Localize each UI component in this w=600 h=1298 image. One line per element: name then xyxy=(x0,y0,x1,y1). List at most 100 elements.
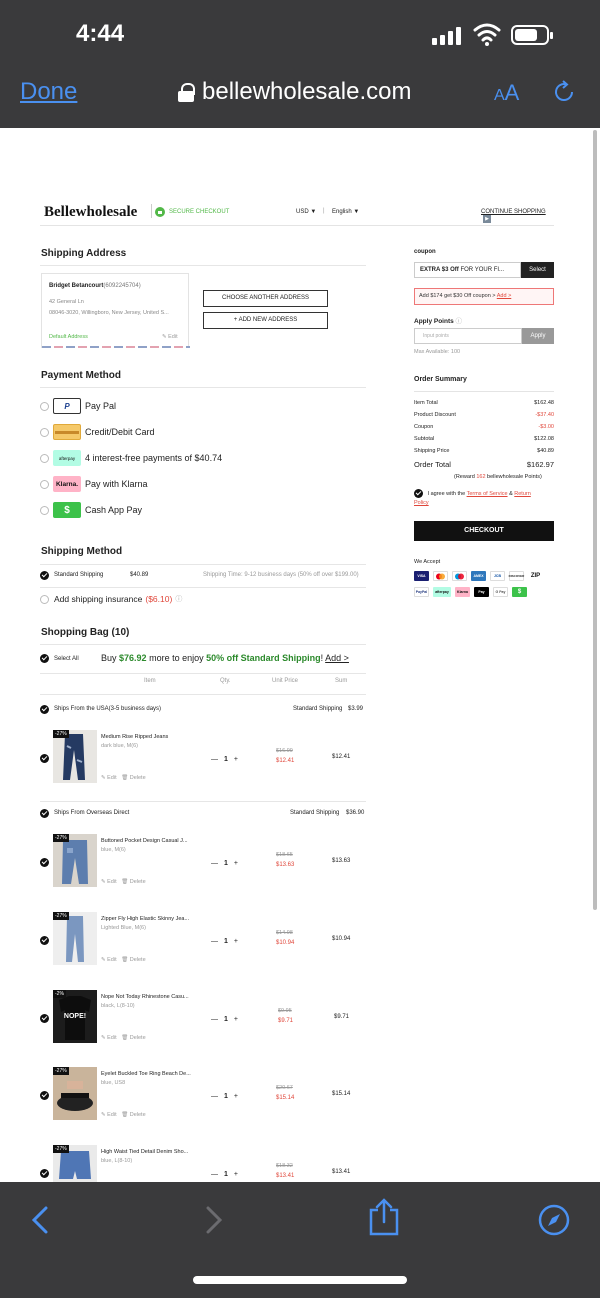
payment-option-card[interactable]: Credit/Debit Card xyxy=(40,423,155,441)
coupon-select-field[interactable]: EXTRA $3 Off FOR YOUR FI... xyxy=(414,262,521,278)
reload-icon[interactable] xyxy=(552,80,576,104)
apple-pay-icon: Pay xyxy=(474,587,489,597)
product-name[interactable]: Eyelet Buckled Toe Ring Beach De... xyxy=(101,1071,191,1077)
plus-icon[interactable]: + xyxy=(234,1093,238,1100)
checkbox-checked-icon[interactable] xyxy=(40,858,49,867)
coupon-select-button[interactable]: Select xyxy=(521,262,554,278)
product-image[interactable]: NOPE! -2% xyxy=(53,990,97,1043)
home-indicator[interactable] xyxy=(193,1276,407,1284)
site-logo[interactable]: Bellewholesale xyxy=(44,204,137,221)
safari-compass-icon[interactable] xyxy=(538,1204,570,1236)
default-address-label: Default Address xyxy=(49,334,88,340)
minus-icon[interactable]: — xyxy=(211,860,218,867)
delete-button[interactable]: 🗑 Delete xyxy=(121,957,145,963)
quantity-stepper[interactable]: —1 + xyxy=(211,860,238,867)
currency-select[interactable]: USD ▼ xyxy=(296,209,316,215)
continue-shopping-link[interactable]: CONTINUE SHOPPING▶ xyxy=(481,209,554,223)
forward-icon[interactable] xyxy=(204,1206,224,1234)
delete-button[interactable]: 🗑 Delete xyxy=(121,1035,145,1041)
product-name[interactable]: Nope Not Today Rhinestone Casu... xyxy=(101,994,189,1000)
quantity-stepper[interactable]: —1 + xyxy=(211,1093,238,1100)
quantity-stepper[interactable]: —1 + xyxy=(211,938,238,945)
checkbox-checked-icon[interactable] xyxy=(40,1091,49,1100)
apply-points-button[interactable]: Apply xyxy=(522,328,554,344)
checkbox-checked-icon[interactable] xyxy=(40,1169,49,1178)
plus-icon[interactable]: + xyxy=(234,756,238,763)
choose-address-button[interactable]: CHOOSE ANOTHER ADDRESS xyxy=(203,290,328,307)
divider xyxy=(40,801,366,802)
edit-button[interactable]: ✎ Edit xyxy=(101,775,117,781)
text-size-button[interactable]: AA xyxy=(494,80,519,106)
minus-icon[interactable]: — xyxy=(211,756,218,763)
return-link[interactable]: Return xyxy=(514,491,531,497)
edit-button[interactable]: ✎ Edit xyxy=(101,957,117,963)
edit-button[interactable]: ✎ Edit xyxy=(101,1035,117,1041)
payment-option-paypal[interactable]: P Pay Pal xyxy=(40,397,116,415)
share-icon[interactable] xyxy=(368,1198,400,1236)
radio-button[interactable] xyxy=(40,401,49,411)
delete-button[interactable]: 🗑 Delete xyxy=(121,1112,145,1118)
minus-icon[interactable]: — xyxy=(211,1093,218,1100)
coupon-add-link[interactable]: Add > xyxy=(497,293,512,299)
product-image[interactable]: -27% xyxy=(53,912,97,965)
terms-link[interactable]: Terms of Service xyxy=(467,491,508,497)
product-image[interactable]: -27% xyxy=(53,730,97,783)
edit-address-button[interactable]: ✎ Edit xyxy=(162,334,178,340)
page-scrollbar[interactable] xyxy=(593,130,597,910)
checkbox-checked-icon[interactable] xyxy=(40,705,49,714)
checkbox-checked-icon[interactable] xyxy=(40,809,49,818)
plus-icon[interactable]: + xyxy=(234,938,238,945)
product-name[interactable]: Buttoned Pocket Design Casual J... xyxy=(101,838,188,844)
quantity-stepper[interactable]: —1 + xyxy=(211,756,238,763)
select-all-checkbox[interactable]: Select All xyxy=(40,654,79,663)
product-name[interactable]: Zipper Fly High Elastic Skinny Jea... xyxy=(101,916,189,922)
plus-icon[interactable]: + xyxy=(234,1016,238,1023)
quantity-stepper[interactable]: —1 + xyxy=(211,1016,238,1023)
product-name[interactable]: Medium Rise Ripped Jeans xyxy=(101,734,168,740)
shipping-insurance-option[interactable]: Add shipping insurance ($6.10) ⓘ xyxy=(40,594,182,604)
payment-option-klarna[interactable]: Klarna. Pay with Klarna xyxy=(40,475,148,493)
checkbox-checked-icon[interactable] xyxy=(40,654,49,663)
divider xyxy=(40,564,366,565)
address-card[interactable]: Bridget Betancourt(6092245704) 42 Genera… xyxy=(41,273,190,348)
policy-link[interactable]: Policy xyxy=(414,500,429,506)
checkbox-checked-icon[interactable] xyxy=(414,489,423,498)
plus-icon[interactable]: + xyxy=(234,1171,238,1178)
quantity-stepper[interactable]: —1 + xyxy=(211,1171,238,1178)
header-separator: | xyxy=(323,208,325,214)
radio-button[interactable] xyxy=(40,479,49,489)
minus-icon[interactable]: — xyxy=(211,1171,218,1178)
checkbox-checked-icon[interactable] xyxy=(40,571,49,580)
points-input[interactable]: Input points xyxy=(414,328,522,344)
product-image[interactable]: -27% xyxy=(53,834,97,887)
edit-button[interactable]: ✎ Edit xyxy=(101,879,117,885)
plus-icon[interactable]: + xyxy=(234,860,238,867)
checkbox-checked-icon[interactable] xyxy=(40,936,49,945)
back-icon[interactable] xyxy=(30,1206,50,1234)
add-address-button[interactable]: + ADD NEW ADDRESS xyxy=(203,312,328,329)
delete-button[interactable]: 🗑 Delete xyxy=(121,879,145,885)
shipping-option-standard[interactable]: Standard Shipping $40.89 Shipping Time: … xyxy=(40,570,366,584)
payment-option-afterpay[interactable]: afterpay 4 interest-free payments of $40… xyxy=(40,449,222,467)
add-more-link[interactable]: Add > xyxy=(325,653,349,663)
checkbox-checked-icon[interactable] xyxy=(40,1014,49,1023)
product-name[interactable]: High Waist Tied Detail Denim Sho... xyxy=(101,1149,188,1155)
checkbox[interactable] xyxy=(40,594,49,604)
payment-option-cashapp[interactable]: $ Cash App Pay xyxy=(40,501,142,519)
radio-button[interactable] xyxy=(40,453,49,463)
language-select[interactable]: English ▼ xyxy=(332,209,359,215)
product-image[interactable]: -27% xyxy=(53,1067,97,1120)
address-bar[interactable]: bellewholesale.com xyxy=(178,78,411,106)
minus-icon[interactable]: — xyxy=(211,1016,218,1023)
product-image[interactable]: -27% xyxy=(53,1145,97,1182)
delete-button[interactable]: 🗑 Delete xyxy=(121,775,145,781)
done-button[interactable]: Done xyxy=(20,78,77,106)
radio-button[interactable] xyxy=(40,427,49,437)
radio-button[interactable] xyxy=(40,505,49,515)
info-icon[interactable]: ⓘ xyxy=(175,594,182,604)
checkout-button[interactable]: CHECKOUT xyxy=(414,521,554,541)
minus-icon[interactable]: — xyxy=(211,938,218,945)
checkbox-checked-icon[interactable] xyxy=(40,754,49,763)
edit-button[interactable]: ✎ Edit xyxy=(101,1112,117,1118)
info-icon[interactable]: ⓘ xyxy=(456,318,463,325)
